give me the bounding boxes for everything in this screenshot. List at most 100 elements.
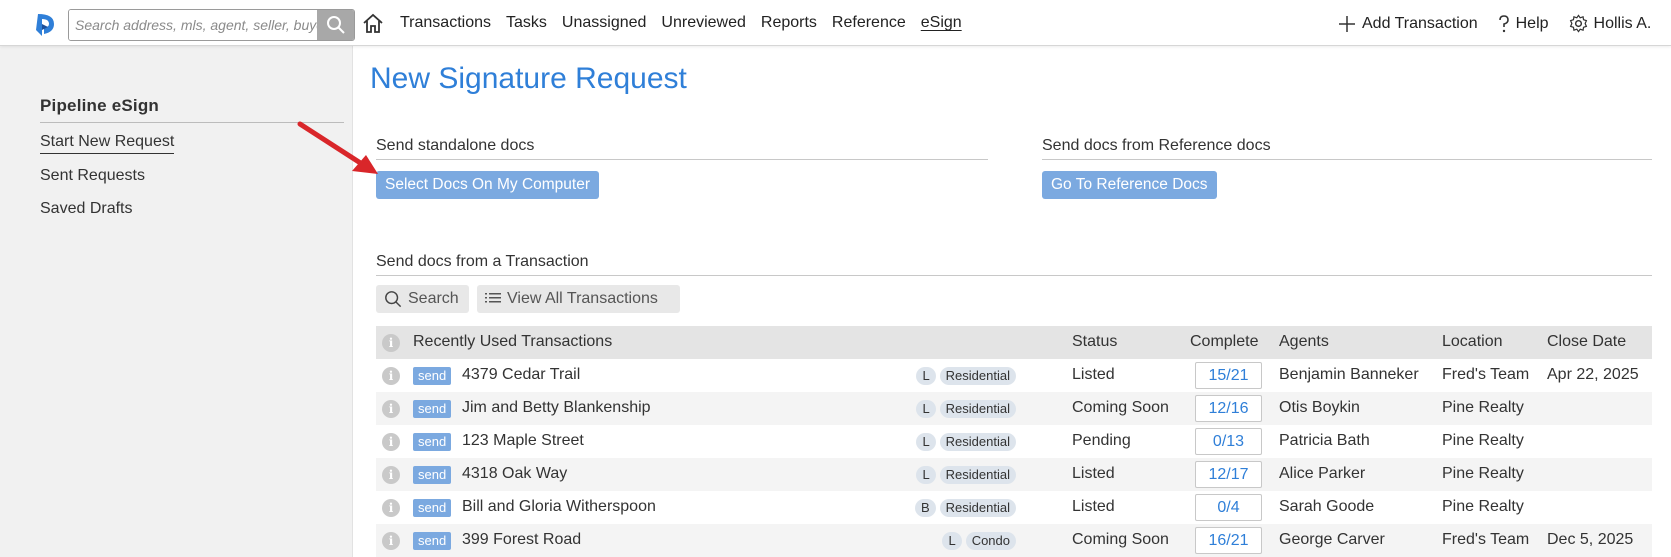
nav-unreviewed[interactable]: Unreviewed	[661, 14, 745, 32]
sidebar-item-start-new-request[interactable]: Start New Request	[40, 133, 175, 154]
location: Pine Realty	[1442, 432, 1524, 449]
nav-transactions[interactable]: Transactions	[400, 14, 491, 32]
sidebar-item-saved-drafts[interactable]: Saved Drafts	[40, 200, 132, 218]
transaction-search-button[interactable]: Search	[376, 285, 469, 313]
column-header-agents: Agents	[1279, 333, 1329, 350]
send-button[interactable]: send	[413, 466, 452, 484]
annotation-arrow	[297, 121, 378, 174]
complete-progress[interactable]: 12/17	[1195, 461, 1262, 488]
info-icon[interactable]: i	[382, 367, 400, 385]
complete-progress[interactable]: 0/13	[1195, 428, 1262, 455]
home-icon[interactable]	[362, 12, 384, 34]
send-button[interactable]: send	[413, 433, 452, 451]
table-row[interactable]: i send Jim and Betty Blankenship L Residenti…	[376, 392, 1652, 425]
gear-icon	[1569, 14, 1587, 33]
transaction-name[interactable]: 399 Forest Road	[462, 531, 581, 549]
transaction-name[interactable]: 4379 Cedar Trail	[462, 366, 580, 384]
right-nav: Add Transaction Help Hollis A.	[1338, 14, 1671, 33]
info-icon[interactable]: i	[382, 400, 400, 418]
transaction-status: Listed	[1072, 465, 1115, 482]
send-button[interactable]: send	[413, 499, 452, 517]
transaction-docs-heading: Send docs from a Transaction	[376, 253, 1652, 276]
transaction-tags: L Residential	[912, 367, 1016, 385]
close-date: Dec 5, 2025	[1547, 531, 1634, 548]
column-header-close-date: Close Date	[1547, 333, 1627, 350]
search-input[interactable]	[69, 10, 318, 40]
view-all-transactions-label: View All Transactions	[507, 290, 658, 307]
complete-progress[interactable]: 16/21	[1195, 527, 1262, 554]
info-icon[interactable]: i	[382, 499, 400, 517]
transaction-search-label: Search	[408, 290, 459, 307]
transaction-tags: L Residential	[912, 400, 1016, 418]
table-row[interactable]: i send Bill and Gloria Witherspoon B Residen…	[376, 491, 1652, 524]
nav-esign[interactable]: eSign	[921, 14, 962, 32]
side-tag: L	[916, 367, 936, 385]
info-icon[interactable]: i	[382, 433, 400, 451]
user-menu[interactable]: Hollis A.	[1569, 14, 1651, 33]
close-date: Apr 22, 2025	[1547, 366, 1639, 383]
help-button[interactable]: Help	[1498, 15, 1549, 33]
info-icon[interactable]: i	[382, 466, 400, 484]
table-row[interactable]: i send 4318 Oak Way L Residential Listed 12/17…	[376, 458, 1652, 491]
nav-unassigned[interactable]: Unassigned	[562, 14, 647, 32]
property-type-tag: Residential	[939, 499, 1016, 517]
info-icon[interactable]: i	[382, 532, 400, 550]
transaction-tags: L Residential	[912, 433, 1016, 451]
side-tag: L	[916, 466, 936, 484]
page-title: New Signature Request	[370, 62, 687, 95]
table-header: i Recently Used Transactions Status Comp…	[376, 326, 1652, 359]
transaction-status: Pending	[1072, 432, 1131, 449]
agent-name: Alice Parker	[1279, 465, 1366, 482]
plus-icon	[1339, 15, 1355, 32]
nav-reference[interactable]: Reference	[832, 14, 906, 32]
transaction-status: Coming Soon	[1072, 531, 1169, 548]
transaction-name[interactable]: 123 Maple Street	[462, 432, 584, 450]
location: Pine Realty	[1442, 465, 1524, 482]
complete-progress[interactable]: 15/21	[1195, 362, 1262, 389]
agent-name: Sarah Goode	[1279, 498, 1375, 515]
column-header-status: Status	[1072, 333, 1118, 350]
table-row[interactable]: i send 4379 Cedar Trail L Residential Listed 1…	[376, 359, 1652, 392]
question-icon	[1498, 14, 1509, 32]
nav-tasks[interactable]: Tasks	[506, 14, 547, 32]
transaction-status: Coming Soon	[1072, 399, 1169, 416]
info-icon: i	[382, 334, 400, 352]
table-row[interactable]: i send 123 Maple Street L Residential Pending…	[376, 425, 1652, 458]
location: Pine Realty	[1442, 498, 1524, 515]
agent-name: Patricia Bath	[1279, 432, 1370, 449]
property-type-tag: Residential	[939, 466, 1016, 484]
send-button[interactable]: send	[413, 532, 452, 550]
location: Fred's Team	[1442, 531, 1530, 548]
logo-icon[interactable]	[32, 10, 60, 38]
select-docs-button[interactable]: Select Docs On My Computer	[376, 171, 600, 199]
side-tag: L	[942, 532, 962, 550]
go-to-reference-docs-button[interactable]: Go To Reference Docs	[1042, 171, 1217, 199]
complete-progress[interactable]: 12/16	[1195, 395, 1262, 422]
side-tag: B	[915, 499, 936, 517]
send-button[interactable]: send	[413, 400, 452, 418]
transaction-name[interactable]: Jim and Betty Blankenship	[462, 399, 651, 417]
column-header-complete: Complete	[1190, 333, 1259, 350]
table-row[interactable]: i send 399 Forest Road L Condo Coming Soon 16/…	[376, 524, 1652, 557]
property-type-tag: Residential	[939, 433, 1016, 451]
side-tag: L	[916, 400, 936, 418]
search-button[interactable]	[317, 10, 354, 40]
agent-name: Otis Boykin	[1279, 399, 1360, 416]
complete-progress[interactable]: 0/4	[1195, 494, 1262, 521]
send-button[interactable]: send	[413, 367, 452, 385]
main-nav: Transactions Tasks Unassigned Unreviewed…	[400, 14, 977, 32]
transaction-name[interactable]: 4318 Oak Way	[462, 465, 567, 483]
transaction-tags: B Residential	[911, 499, 1016, 517]
search-icon	[326, 16, 345, 34]
transaction-name[interactable]: Bill and Gloria Witherspoon	[462, 498, 656, 516]
sidebar-item-sent-requests[interactable]: Sent Requests	[40, 167, 145, 185]
add-transaction-button[interactable]: Add Transaction	[1338, 15, 1478, 33]
nav-reports[interactable]: Reports	[761, 14, 817, 32]
property-type-tag: Condo	[965, 532, 1016, 550]
top-navigation-bar: Transactions Tasks Unassigned Unreviewed…	[0, 0, 1671, 46]
add-transaction-label: Add Transaction	[1362, 14, 1478, 32]
reference-docs-heading: Send docs from Reference docs	[1042, 137, 1652, 160]
view-all-transactions-button[interactable]: View All Transactions	[477, 285, 680, 313]
help-label: Help	[1515, 14, 1549, 32]
transaction-status: Listed	[1072, 366, 1115, 383]
